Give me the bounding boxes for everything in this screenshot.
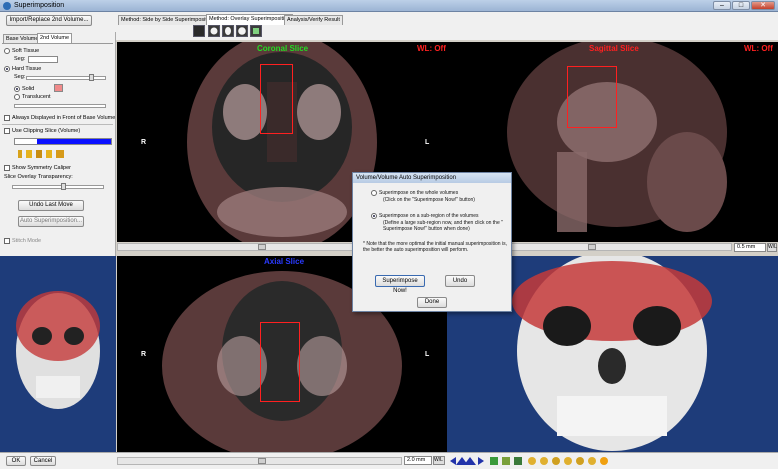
coronal-roi[interactable] (260, 64, 293, 134)
note-line-2: the better the auto superimposition will… (363, 247, 469, 253)
coronal-wl: WL: Off (417, 44, 446, 53)
render-tools[interactable] (448, 455, 618, 467)
axial-l-marker: L (425, 351, 430, 358)
slice-overlay-label: Slice Overlay Transparency: (4, 174, 73, 180)
undo-last-move-button[interactable]: Undo Last Move (18, 200, 84, 211)
tab-side-by-side[interactable]: Method: Side by Side Superimposition (118, 15, 218, 25)
title-bar: Superimposition – □ ✕ (0, 0, 778, 12)
tab-analysis[interactable]: Analysis/Verify Result (284, 15, 343, 25)
translucency-slider[interactable] (14, 104, 106, 108)
symmetry-caliper-checkbox[interactable] (4, 165, 10, 171)
tab-overlay[interactable]: Method: Overlay Superimposition (206, 14, 294, 25)
superimpose-now-button[interactable]: Superimpose Now! (375, 275, 425, 294)
opt2-sub2: Superimpose Now!" button when done) (383, 226, 470, 232)
volume-render-icon[interactable] (250, 25, 262, 37)
axial-wl-button[interactable]: W/L (433, 456, 445, 465)
stitch-mode-checkbox[interactable] (4, 238, 10, 244)
axial-zoom-select[interactable]: 2.0 mm (404, 456, 432, 465)
axial-r-marker: R (141, 351, 147, 358)
close-button[interactable]: ✕ (751, 1, 775, 10)
skull-front-icon[interactable] (208, 25, 220, 37)
translucent-radio[interactable] (14, 94, 20, 100)
window-title: Superimposition (14, 2, 65, 9)
maximize-button[interactable]: □ (732, 1, 750, 10)
clip-tools[interactable] (16, 149, 76, 159)
sub-region-radio[interactable] (371, 213, 377, 219)
bottom-bar: OK Cancel 2.0 mm W/L (0, 452, 778, 469)
seg-label: Seg: (14, 56, 26, 62)
left-3d-view[interactable] (0, 256, 116, 452)
always-front-label: Always Displayed in Front of Base Volume (12, 115, 116, 121)
skull-top-icon[interactable] (236, 25, 248, 37)
seg-spinner[interactable] (28, 56, 58, 63)
axial-slice-scrollbar[interactable] (117, 457, 402, 465)
coronal-wl-button[interactable]: W/L (767, 243, 777, 252)
ok-button[interactable]: OK (6, 456, 26, 466)
coronal-r-marker: R (141, 139, 147, 146)
solid-label: Solid (22, 86, 35, 92)
done-button[interactable]: Done (417, 297, 447, 308)
hard-tissue-radio[interactable] (4, 66, 10, 72)
whole-volumes-radio[interactable] (371, 190, 377, 196)
overlay-transparency-slider[interactable] (12, 183, 104, 190)
left-panel: Base Volume 2nd Volume Soft Tissue Seg: … (0, 32, 116, 256)
always-front-checkbox[interactable] (4, 115, 10, 121)
opt1-label: Superimpose on the whole volumes (379, 190, 459, 196)
coronal-zoom-select[interactable]: 0.5 mm (734, 243, 766, 252)
app-icon (3, 2, 11, 10)
import-volume-button[interactable]: Import/Replace 2nd Volume... (6, 15, 92, 26)
sagittal-title: Sagittal Slice (589, 44, 639, 53)
use-clipping-checkbox[interactable] (4, 128, 10, 134)
opt2-label: Superimpose on a sub-region of the volum… (379, 213, 479, 219)
undo-button[interactable]: Undo (445, 275, 475, 287)
solid-color-swatch[interactable] (54, 84, 63, 92)
symmetry-caliper-label: Show Symmetry Caliper (12, 165, 71, 171)
coronal-title: Coronal Slice (257, 44, 309, 53)
use-clipping-label: Use Clipping Slice (Volume) (12, 128, 81, 134)
soft-tissue-label: Soft Tissue (12, 48, 40, 54)
minimize-button[interactable]: – (713, 1, 731, 10)
dialog-title: Volume/Volume Auto Superimposition (353, 173, 511, 183)
auto-superimposition-dialog: Volume/Volume Auto Superimposition Super… (352, 172, 512, 312)
sagittal-wl: WL: Off (744, 44, 773, 53)
clip-slider[interactable] (14, 138, 112, 145)
seg-slider[interactable] (26, 74, 106, 81)
axial-title: Axial Slice (264, 257, 305, 266)
top-toolbar: Import/Replace 2nd Volume... Method: Sid… (0, 12, 778, 40)
sagittal-roi[interactable] (567, 66, 617, 128)
hard-tissue-label: Hard Tissue (12, 66, 42, 72)
cancel-button[interactable]: Cancel (30, 456, 56, 466)
seg-label-2: Seg: (14, 74, 26, 80)
skull-side-icon[interactable] (222, 25, 234, 37)
opt1-sub: (Click on the "Superimpose Now!" button) (383, 197, 475, 203)
stitch-mode-label: Stitch Mode (12, 238, 42, 244)
auto-superimposition-button[interactable]: Auto Superimposition... (18, 216, 84, 227)
translucent-label: Translucent (22, 94, 51, 100)
layout-icon[interactable] (193, 25, 205, 37)
solid-radio[interactable] (14, 86, 20, 92)
coronal-l-marker: L (425, 139, 430, 146)
soft-tissue-radio[interactable] (4, 48, 10, 54)
axial-roi[interactable] (260, 322, 300, 402)
